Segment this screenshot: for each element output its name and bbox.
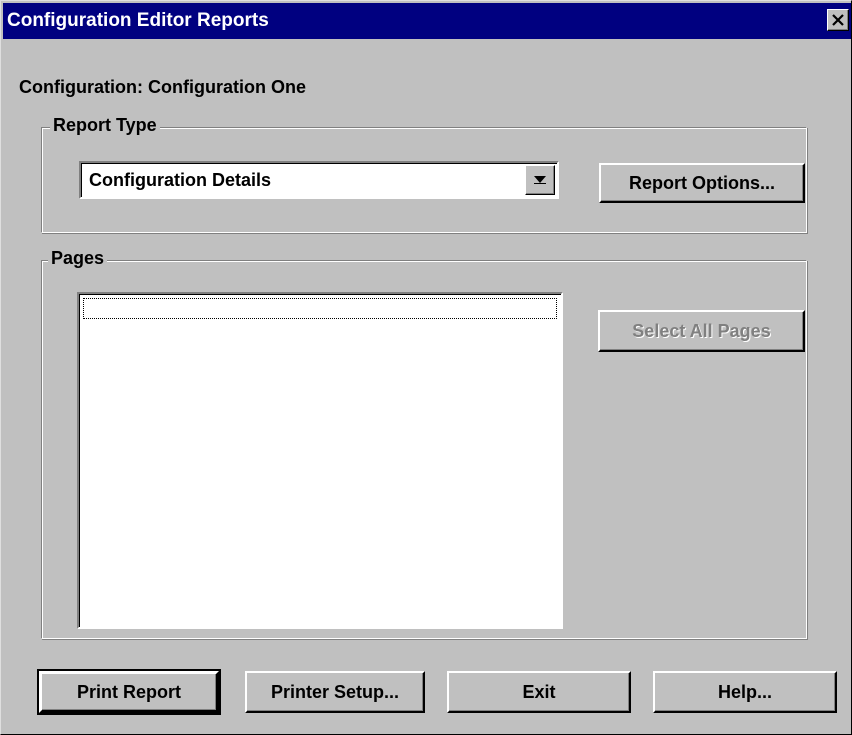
configuration-label: Configuration: Configuration One bbox=[19, 77, 306, 97]
report-type-dropdown[interactable]: Configuration Details bbox=[79, 161, 559, 199]
close-icon bbox=[832, 14, 844, 26]
list-focus-rect bbox=[83, 298, 557, 319]
help-button[interactable]: Help... bbox=[653, 671, 837, 713]
report-type-legend: Report Type bbox=[50, 115, 160, 136]
chevron-down-icon bbox=[534, 176, 546, 184]
report-type-selected-value: Configuration Details bbox=[89, 170, 272, 190]
exit-button[interactable]: Exit bbox=[447, 671, 631, 713]
pages-list[interactable] bbox=[77, 292, 563, 629]
title-bar: Configuration Editor Reports bbox=[3, 3, 851, 39]
print-report-button[interactable]: Print Report bbox=[37, 669, 221, 715]
window-title: Configuration Editor Reports bbox=[7, 10, 269, 31]
report-dialog: Configuration Editor Reports Configurati… bbox=[0, 0, 852, 735]
select-all-pages-button[interactable]: Select All Pages bbox=[598, 310, 805, 352]
close-button[interactable] bbox=[827, 9, 849, 31]
printer-setup-button[interactable]: Printer Setup... bbox=[245, 671, 425, 713]
report-options-button[interactable]: Report Options... bbox=[599, 163, 805, 203]
pages-legend: Pages bbox=[48, 248, 108, 269]
dropdown-arrow-button[interactable] bbox=[525, 165, 555, 195]
